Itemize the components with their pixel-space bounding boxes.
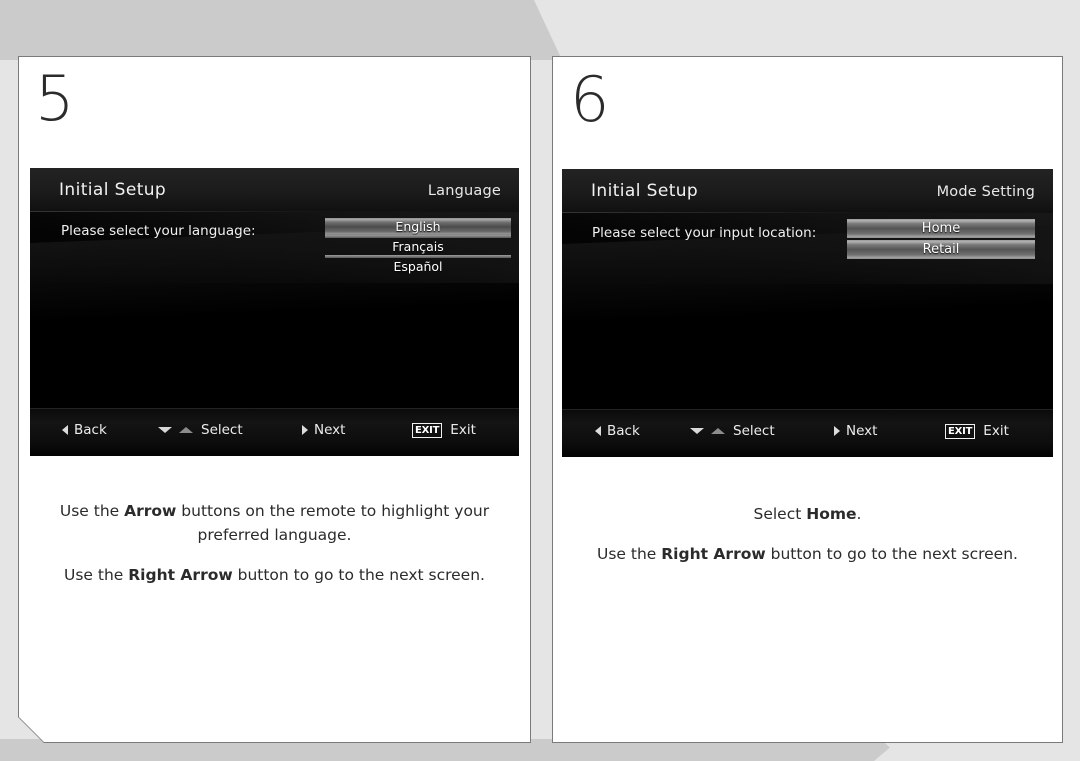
- caption-emphasis: Right Arrow: [661, 545, 766, 563]
- caption-text: Select: [753, 505, 807, 523]
- option-label: Español: [393, 259, 443, 274]
- screen-title: Initial Setup: [591, 181, 699, 201]
- arrow-left-icon: [62, 425, 68, 435]
- step-number: 6: [570, 63, 611, 136]
- language-option-francais[interactable]: Français: [325, 235, 511, 255]
- arrow-up-icon: [711, 428, 725, 434]
- option-label: Retail: [922, 242, 960, 257]
- screen-prompt: Please select your input location:: [592, 225, 817, 241]
- mode-option-list: Home Retail: [847, 219, 1035, 261]
- caption-line-1: Use the Arrow buttons on the remote to h…: [42, 499, 507, 547]
- screen-prompt: Please select your language:: [61, 223, 256, 239]
- nav-select-label: Select: [201, 422, 243, 438]
- arrow-right-icon: [834, 426, 840, 436]
- caption-emphasis: Home: [806, 505, 857, 523]
- caption-text: Use the: [597, 545, 662, 563]
- caption-text: Use the: [59, 502, 125, 520]
- tv-screen: Initial Setup Language Please select you…: [30, 168, 519, 456]
- arrow-left-icon: [595, 426, 601, 436]
- nav-select-button[interactable]: Select: [690, 423, 775, 439]
- screen-nav-bar: Back Select Next EXIT Exit: [562, 409, 1053, 457]
- nav-next-button[interactable]: Next: [834, 423, 877, 439]
- arrow-right-icon: [302, 425, 308, 435]
- nav-next-button[interactable]: Next: [302, 422, 345, 438]
- caption-text: Use the: [64, 566, 129, 584]
- page-root: 5 Initial Setup Language Please select y…: [0, 0, 1080, 761]
- nav-exit-button[interactable]: EXIT Exit: [945, 423, 1009, 439]
- nav-next-label: Next: [846, 423, 878, 439]
- caption-text: button to go to the next screen.: [765, 545, 1018, 563]
- caption-text: button to go to the next screen.: [232, 566, 485, 584]
- screen-nav-bar: Back Select Next EXIT Exit: [30, 408, 519, 456]
- step-card-6: 6 Initial Setup Mode Setting Please sele…: [552, 56, 1063, 743]
- language-option-english[interactable]: English: [325, 218, 511, 235]
- caption-text: buttons on the remote to highlight your …: [176, 502, 490, 544]
- option-label: Home: [921, 221, 961, 236]
- nav-back-label: Back: [74, 422, 107, 438]
- arrow-up-icon: [179, 427, 193, 433]
- step-number: 5: [35, 62, 76, 135]
- step-caption: Select Home. Use the Right Arrow button …: [553, 502, 1062, 566]
- mode-option-home[interactable]: Home: [847, 219, 1035, 238]
- nav-select-label: Select: [733, 423, 775, 439]
- nav-select-button[interactable]: Select: [158, 422, 243, 438]
- caption-line-2: Use the Right Arrow button to go to the …: [42, 563, 507, 587]
- nav-exit-label: Exit: [450, 422, 476, 438]
- step-caption: Use the Arrow buttons on the remote to h…: [18, 499, 531, 587]
- screen-subtitle: Mode Setting: [936, 184, 1035, 200]
- language-option-espanol[interactable]: Español: [325, 255, 511, 275]
- arrow-down-icon: [158, 427, 172, 433]
- caption-text: .: [856, 505, 862, 523]
- option-label: English: [395, 219, 441, 234]
- caption-line-1: Select Home.: [577, 502, 1038, 526]
- exit-key-icon: EXIT: [945, 423, 976, 439]
- nav-back-button[interactable]: Back: [62, 422, 107, 438]
- caption-emphasis: Right Arrow: [128, 566, 233, 584]
- exit-key-icon: EXIT: [412, 422, 443, 438]
- step-card-5: 5 Initial Setup Language Please select y…: [18, 56, 531, 743]
- option-label: Français: [392, 239, 444, 254]
- nav-exit-button[interactable]: EXIT Exit: [412, 422, 476, 438]
- screen-title: Initial Setup: [59, 180, 167, 200]
- nav-exit-label: Exit: [983, 423, 1009, 439]
- nav-back-button[interactable]: Back: [595, 423, 640, 439]
- caption-emphasis: Arrow: [124, 502, 177, 520]
- caption-line-2: Use the Right Arrow button to go to the …: [577, 542, 1038, 566]
- language-option-list: English Français Español: [325, 218, 511, 278]
- screen-subtitle: Language: [427, 183, 501, 199]
- tv-screen: Initial Setup Mode Setting Please select…: [562, 169, 1053, 457]
- nav-next-label: Next: [314, 422, 346, 438]
- nav-back-label: Back: [607, 423, 640, 439]
- background-shape-top-left: [0, 0, 562, 60]
- mode-option-retail[interactable]: Retail: [847, 240, 1035, 259]
- arrow-down-icon: [690, 428, 704, 434]
